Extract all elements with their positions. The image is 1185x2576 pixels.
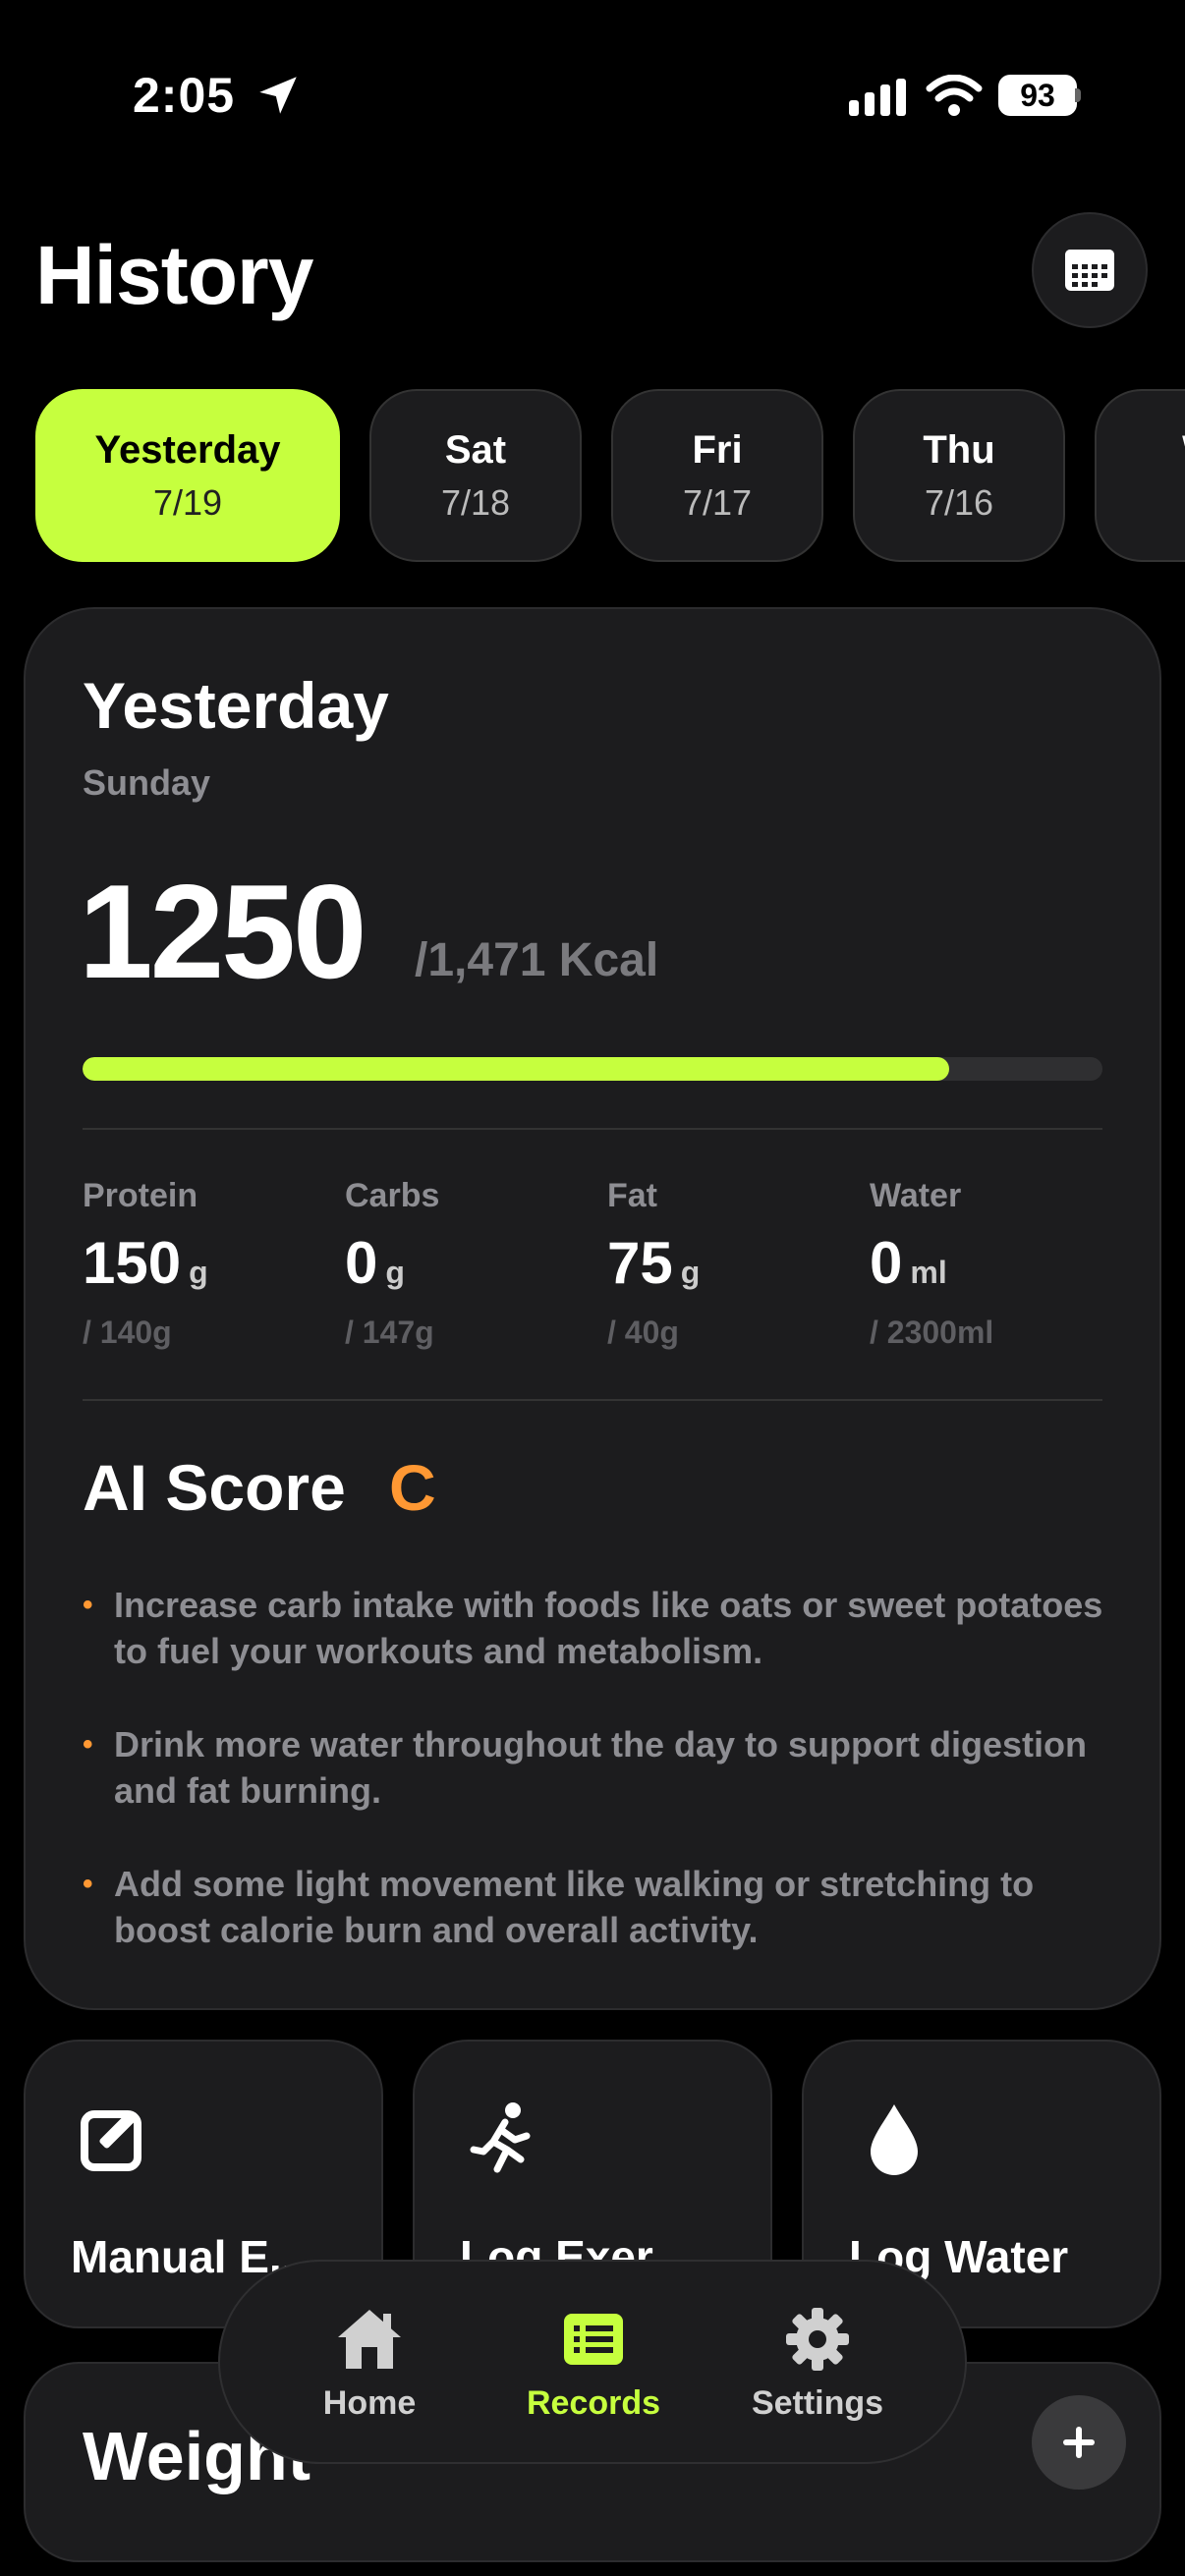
bottom-nav: Home Records Settings (218, 2260, 967, 2464)
nav-label: Records (526, 2383, 661, 2422)
day-chip-day: Fri (692, 427, 743, 472)
nav-label: Home (322, 2383, 417, 2422)
macro-water: Water 0 ml / 2300ml (870, 1177, 1125, 1351)
plus-icon (1063, 2427, 1095, 2458)
day-chip-date: 7/18 (440, 481, 511, 523)
day-chip-sat[interactable]: Sat 7/18 (369, 389, 582, 562)
ai-tip: • Increase carb intake with foods like o… (83, 1582, 1104, 1674)
macro-goal: / 40g (607, 1315, 679, 1350)
day-chip-day: Thu (923, 427, 995, 472)
home-icon (338, 2309, 401, 2369)
water-drop-icon (871, 2104, 918, 2175)
location-arrow-icon (259, 77, 297, 114)
macro-unit: g (189, 1255, 208, 1290)
macro-carbs: Carbs 0g / 147g (345, 1177, 600, 1351)
day-chip-date: 7/16 (924, 481, 994, 523)
nav-label: Settings (751, 2383, 884, 2422)
day-chip-thu[interactable]: Thu 7/16 (853, 389, 1065, 562)
macro-value: 75 (607, 1230, 673, 1296)
nav-home[interactable]: Home (271, 2262, 468, 2466)
day-chip-day: Yesterday (94, 427, 281, 472)
macro-label: Water (870, 1177, 962, 1214)
day-chip-wed[interactable]: W 7 (1095, 389, 1185, 562)
ai-tip-text: Add some light movement like walking or … (114, 1864, 1035, 1950)
nav-records[interactable]: Records (495, 2262, 692, 2466)
ai-tip-text: Drink more water throughout the day to s… (114, 1724, 1088, 1811)
records-icon (564, 2313, 623, 2365)
calories-consumed: 1250 (79, 857, 367, 1006)
macro-value: 150 (83, 1230, 182, 1296)
macro-goal: / 140g (83, 1315, 172, 1350)
bullet-dot-icon: • (83, 1728, 93, 1761)
day-chip-fri[interactable]: Fri 7/17 (611, 389, 823, 562)
macro-label: Fat (607, 1177, 657, 1214)
page-title: History (35, 229, 313, 321)
macro-fat: Fat 75 g / 40g (607, 1177, 863, 1351)
battery-tip (1075, 88, 1081, 102)
macro-label: Protein (83, 1177, 198, 1214)
macro-goal: / 2300ml (870, 1315, 994, 1350)
day-chip-yesterday[interactable]: Yesterday 7/19 (35, 389, 340, 562)
ai-tip: • Drink more water throughout the day to… (83, 1721, 1104, 1814)
macro-value: 0 (345, 1230, 378, 1296)
wifi-icon (926, 75, 983, 116)
day-chip-day: Sat (444, 427, 507, 472)
nav-settings[interactable]: Settings (719, 2262, 916, 2466)
macro-goal: / 147g (345, 1315, 434, 1350)
day-chip-date: 7/19 (152, 481, 223, 523)
divider (83, 1399, 1102, 1401)
summary-weekday: Sunday (83, 762, 211, 803)
calendar-button[interactable] (1032, 212, 1148, 328)
ai-tip-text: Increase carb intake with foods like oat… (114, 1585, 1103, 1671)
day-selector: Yesterday 7/19 Sat 7/18 Fri 7/17 Thu 7/1… (35, 389, 1185, 562)
macro-unit: g (680, 1255, 701, 1290)
running-icon (470, 2102, 531, 2173)
ai-score-grade: C (389, 1451, 436, 1524)
macro-label: Carbs (345, 1177, 440, 1214)
cellular-signal-icon (849, 79, 906, 116)
calendar-icon (1065, 250, 1114, 291)
ai-tip: • Add some light movement like walking o… (83, 1861, 1104, 1953)
calorie-progress-fill (83, 1057, 950, 1081)
status-time: 2:05 (133, 68, 236, 123)
bullet-dot-icon: • (83, 1589, 93, 1621)
divider (83, 1128, 1102, 1130)
edit-icon (81, 2110, 141, 2171)
ai-score-label: AI Score (83, 1451, 346, 1524)
day-chip-date: 7/17 (682, 481, 753, 523)
summary-title: Yesterday (83, 669, 389, 742)
gear-icon (786, 2307, 849, 2371)
battery-indicator: 93 (998, 75, 1077, 116)
calories-goal: /1,471 Kcal (415, 934, 659, 986)
bullet-dot-icon: • (83, 1868, 93, 1900)
macro-protein: Protein 150 g / 140g (83, 1177, 338, 1351)
add-weight-button[interactable] (1032, 2395, 1126, 2490)
macro-unit: g (385, 1255, 405, 1290)
macro-unit: ml (910, 1255, 947, 1290)
macro-value: 0 (870, 1230, 903, 1296)
calorie-progress-bar (83, 1057, 1102, 1081)
